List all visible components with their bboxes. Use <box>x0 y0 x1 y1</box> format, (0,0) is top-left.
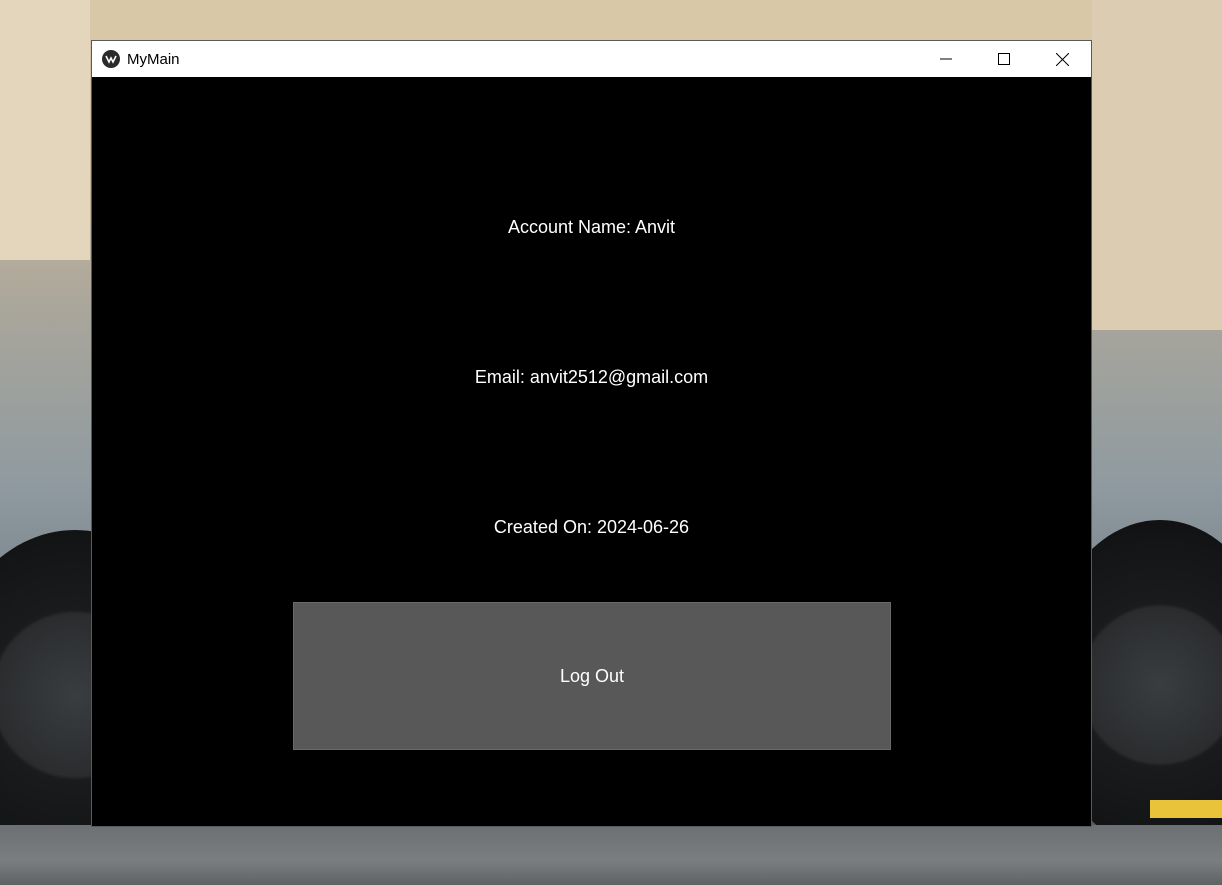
minimize-button[interactable] <box>917 41 975 77</box>
maximize-button[interactable] <box>975 41 1033 77</box>
close-button[interactable] <box>1033 41 1091 77</box>
window-controls <box>917 41 1091 77</box>
wallpaper-building-right <box>1092 0 1222 330</box>
account-screen: Account Name: Anvit Email: anvit2512@gma… <box>92 77 1091 826</box>
logout-button[interactable]: Log Out <box>293 602 891 750</box>
created-on-label: Created On: 2024-06-26 <box>493 517 690 537</box>
wallpaper-yellow-stripe <box>1150 800 1222 818</box>
kivy-logo-icon <box>102 50 120 68</box>
account-name-label: Account Name: Anvit <box>507 217 676 237</box>
wallpaper-ground <box>0 825 1222 885</box>
wallpaper-building-top <box>90 0 1092 40</box>
wallpaper-building-left <box>0 0 90 260</box>
close-icon <box>1055 52 1069 66</box>
app-window: MyMain Account Name: Anvit Email: anvit2… <box>91 40 1092 827</box>
window-title: MyMain <box>127 50 180 68</box>
minimize-icon <box>940 58 952 60</box>
email-label: Email: anvit2512@gmail.com <box>474 367 709 387</box>
maximize-icon <box>998 53 1010 65</box>
window-titlebar[interactable]: MyMain <box>92 41 1091 77</box>
